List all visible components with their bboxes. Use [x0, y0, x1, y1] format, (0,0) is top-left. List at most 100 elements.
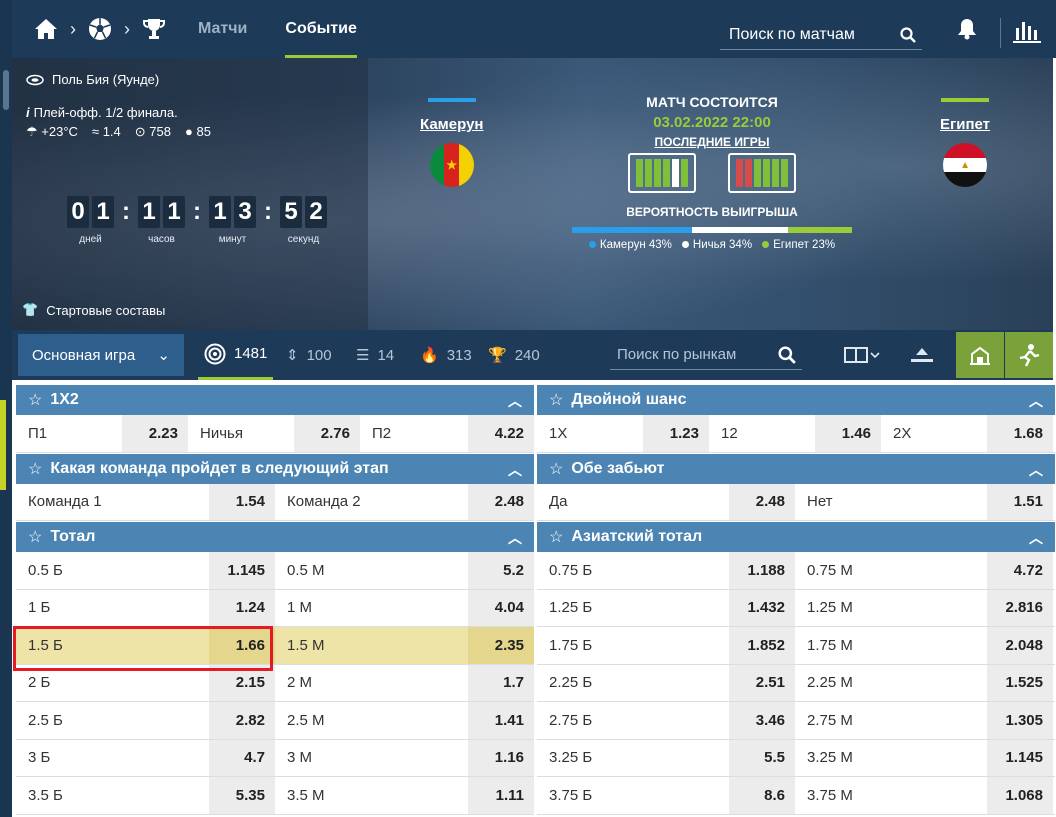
outcome-over[interactable]: 3 Б 4.7 — [16, 739, 275, 776]
scrollbar-thumb[interactable] — [3, 70, 9, 110]
tab-matches[interactable]: Матчи — [198, 0, 247, 58]
filter-hot[interactable]: 🔥 313 — [420, 330, 472, 380]
filter-trophy[interactable]: 🏆 240 — [488, 330, 540, 380]
side-tab[interactable] — [0, 400, 6, 490]
outcome-1x[interactable]: 1X 1.23 — [537, 415, 709, 452]
chevron-up-icon[interactable]: ︿ — [1029, 391, 1043, 411]
outcome-draw[interactable]: Ничья 2.76 — [188, 415, 360, 452]
market-header-total[interactable]: ☆ Тотал ︿ — [16, 522, 534, 552]
legend-home: Камерун 43% — [588, 239, 672, 251]
outcome-over[interactable]: 2.25 Б 2.51 — [537, 664, 795, 701]
bet-constructor-button[interactable] — [1005, 332, 1053, 378]
home-form[interactable] — [628, 153, 696, 193]
weather-humidity: ● 85 — [185, 124, 211, 139]
outcome-under[interactable]: 2.25 М 1.525 — [795, 664, 1053, 701]
outcome-over[interactable]: 2.5 Б 2.82 — [16, 702, 275, 739]
outcome-under[interactable]: 2.75 М 1.305 — [795, 702, 1053, 739]
outcome-under[interactable]: 1.75 М 2.048 — [795, 627, 1053, 664]
outcome-over[interactable]: 3.75 Б 8.6 — [537, 777, 795, 814]
filter-list[interactable]: ☰ 14 — [356, 330, 394, 380]
trophy-icon[interactable] — [140, 15, 168, 43]
countdown-timer: 0 1 дней : 1 1 часов : 1 3 минут : 5 2 секунд — [67, 196, 327, 245]
odds-value: 3.46 — [729, 702, 795, 739]
soccer-ball-icon[interactable] — [86, 15, 114, 43]
collapse-all-icon[interactable] — [902, 330, 942, 380]
chevron-up-icon[interactable]: ︿ — [508, 528, 522, 548]
match-search-input[interactable]: Поиск по матчам — [720, 20, 922, 50]
star-icon[interactable]: ☆ — [28, 390, 42, 410]
tab-event[interactable]: Событие — [285, 0, 357, 58]
chevron-up-icon[interactable]: ︿ — [508, 460, 522, 480]
left-scrollbar[interactable] — [0, 0, 12, 817]
game-type-select[interactable]: Основная игра ⌄ — [18, 334, 184, 376]
outcome-under[interactable]: 3.75 М 1.068 — [795, 777, 1053, 814]
bell-icon[interactable] — [954, 18, 980, 44]
away-team[interactable]: Египет ▲ — [940, 98, 990, 187]
star-icon[interactable]: ☆ — [28, 527, 42, 547]
chevron-up-icon[interactable]: ︿ — [1029, 528, 1043, 548]
star-icon[interactable]: ☆ — [549, 390, 563, 410]
outcome-over[interactable]: 1.25 Б 1.432 — [537, 589, 795, 626]
outcome-under[interactable]: 3.25 М 1.145 — [795, 739, 1053, 776]
outcome-2x[interactable]: 2X 1.68 — [881, 415, 1053, 452]
statistics-icon[interactable] — [1012, 18, 1044, 46]
outcome-under[interactable]: 2 М 1.7 — [275, 664, 534, 701]
outcome-under[interactable]: 2.5 М 1.41 — [275, 702, 534, 739]
field-view-button[interactable] — [956, 332, 1004, 378]
outcome-over[interactable]: 3.5 Б 5.35 — [16, 777, 275, 814]
star-icon[interactable]: ☆ — [28, 459, 42, 479]
outcome-label: 0.5 Б — [28, 561, 63, 579]
odds-value: 2.82 — [209, 702, 275, 739]
home-icon[interactable] — [32, 15, 60, 43]
filter-all[interactable]: 1481 — [198, 330, 274, 380]
outcome-12[interactable]: 12 1.46 — [709, 415, 881, 452]
outcome-yes[interactable]: Да 2.48 — [537, 483, 795, 520]
away-team-name[interactable]: Египет — [940, 116, 990, 133]
market-header-1x2[interactable]: ☆ 1X2 ︿ — [16, 385, 534, 415]
outcome-no[interactable]: Нет 1.51 — [795, 483, 1053, 520]
chevron-up-icon[interactable]: ︿ — [1029, 460, 1043, 480]
lineups-link[interactable]: 👕 Стартовые составы — [22, 302, 165, 318]
star-icon[interactable]: ☆ — [549, 527, 563, 547]
pin-icon: ⊙ — [134, 124, 146, 139]
outcome-team2[interactable]: Команда 2 2.48 — [275, 483, 534, 520]
market-header-btts[interactable]: ☆ Обе забьют ︿ — [537, 453, 1055, 484]
match-status: МАТЧ СОСТОИТСЯ — [646, 94, 778, 110]
star-icon[interactable]: ☆ — [549, 459, 563, 479]
search-placeholder: Поиск по матчам — [729, 25, 855, 43]
outcome-team1[interactable]: Команда 1 1.54 — [16, 483, 275, 520]
search-icon[interactable] — [778, 345, 796, 364]
outcome-under[interactable]: 1.5 М 2.35 — [275, 627, 534, 664]
outcome-over[interactable]: 0.75 Б 1.188 — [537, 552, 795, 589]
outcome-under[interactable]: 3.5 М 1.11 — [275, 777, 534, 814]
filter-updown[interactable]: ⇕ 100 — [286, 330, 332, 380]
outcome-over[interactable]: 2.75 Б 3.46 — [537, 702, 795, 739]
market-header-next-stage[interactable]: ☆ Какая команда пройдет в следующий этап ︿ — [16, 453, 534, 484]
outcome-under[interactable]: 0.5 М 5.2 — [275, 552, 534, 589]
outcome-p1[interactable]: П1 2.23 — [16, 415, 188, 452]
away-form[interactable] — [728, 153, 796, 193]
home-team-name[interactable]: Камерун — [420, 116, 484, 133]
trophy-icon: 🏆 — [488, 347, 507, 364]
outcome-under[interactable]: 3 М 1.16 — [275, 739, 534, 776]
outcome-under[interactable]: 0.75 М 4.72 — [795, 552, 1053, 589]
market-header-double-chance[interactable]: ☆ Двойной шанс ︿ — [537, 385, 1055, 415]
chevron-up-icon[interactable]: ︿ — [508, 391, 522, 411]
outcome-over[interactable]: 1 Б 1.24 — [16, 589, 275, 626]
search-icon[interactable] — [900, 26, 916, 43]
outcome-under[interactable]: 1.25 М 2.816 — [795, 589, 1053, 626]
outcome-over[interactable]: 0.5 Б 1.145 — [16, 552, 275, 589]
outcome-under[interactable]: 1 М 4.04 — [275, 589, 534, 626]
filter-all-count: 1481 — [234, 345, 268, 362]
layout-columns-icon[interactable] — [838, 330, 886, 380]
home-team[interactable]: Камерун ★ — [420, 98, 484, 187]
market-search-input[interactable]: Поиск по рынкам — [610, 340, 802, 370]
market-header-asian-total[interactable]: ☆ Азиатский тотал ︿ — [537, 522, 1055, 552]
outcome-label: 0.75 Б — [549, 561, 593, 579]
outcome-over[interactable]: 3.25 Б 5.5 — [537, 739, 795, 776]
outcome-p2[interactable]: П2 4.22 — [360, 415, 534, 452]
outcome-label: 1.75 Б — [549, 636, 593, 654]
last-games-link[interactable]: ПОСЛЕДНИЕ ИГРЫ — [567, 135, 857, 149]
outcome-over[interactable]: 1.75 Б 1.852 — [537, 627, 795, 664]
probability-bar — [572, 227, 853, 233]
